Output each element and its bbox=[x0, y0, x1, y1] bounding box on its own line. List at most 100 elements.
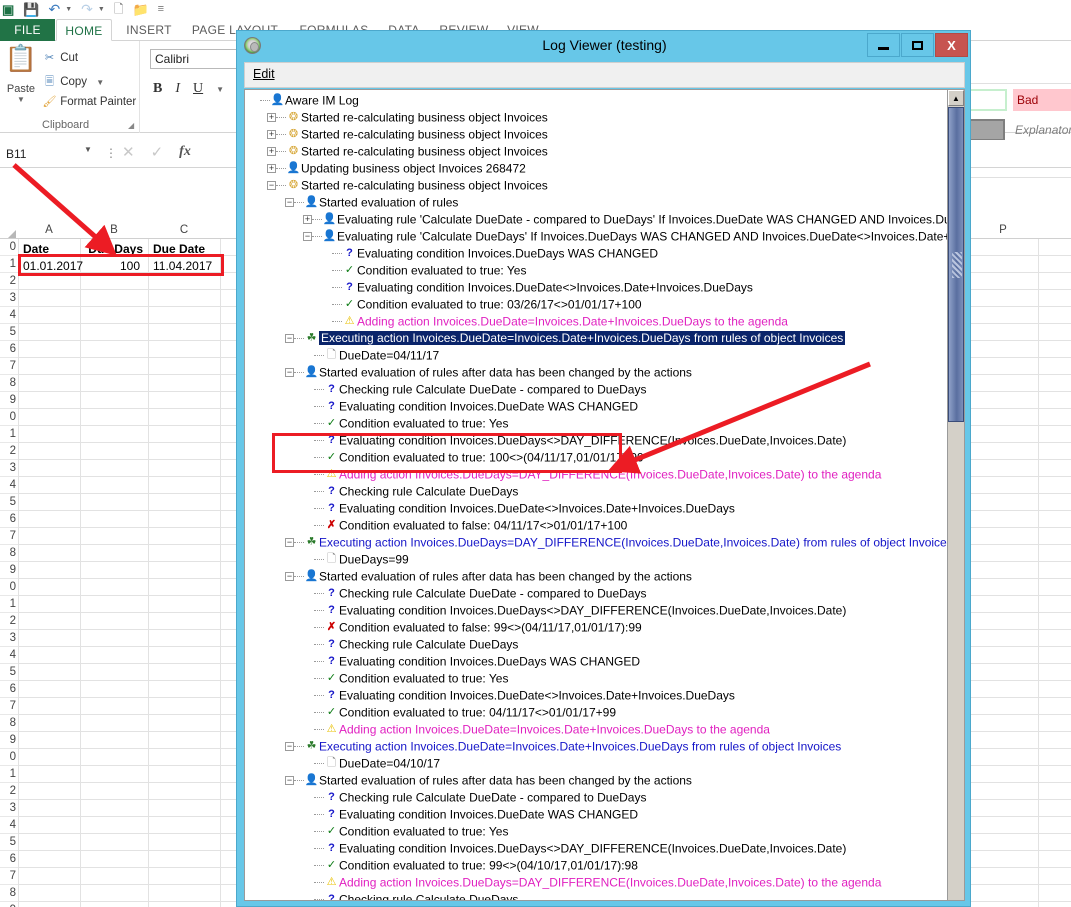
menu-item-edit[interactable]: Edit bbox=[253, 67, 275, 81]
row-header[interactable]: 2 bbox=[0, 273, 18, 290]
log-tree-row[interactable]: ✓ Condition evaluated to true: 03/26/17<>… bbox=[245, 296, 642, 313]
log-tree-row[interactable]: − 👤Started evaluation of rules after data… bbox=[245, 364, 692, 381]
log-tree-row[interactable]: ? Checking rule Calculate DueDate - compa… bbox=[245, 585, 646, 602]
tab-file[interactable]: FILE bbox=[0, 19, 55, 41]
log-tree-row[interactable]: ? Evaluating condition Invoices.DueDays<>… bbox=[245, 840, 846, 857]
tree-toggle-minus-icon[interactable]: − bbox=[285, 334, 294, 344]
row-header[interactable]: 0 bbox=[0, 579, 18, 596]
minimize-button[interactable] bbox=[867, 33, 900, 57]
row-header[interactable]: 9 bbox=[0, 562, 18, 579]
column-header-a[interactable]: A bbox=[18, 222, 80, 239]
log-tree-row[interactable]: ? Evaluating condition Invoices.DueDate<>… bbox=[245, 279, 753, 296]
cancel-formula-icon[interactable]: ✕ bbox=[122, 143, 135, 161]
row-header[interactable]: 4 bbox=[0, 307, 18, 324]
log-tree-row[interactable]: ? Evaluating condition Invoices.DueDays W… bbox=[245, 245, 658, 262]
tree-toggle-minus-icon[interactable]: − bbox=[285, 538, 294, 548]
log-tree-row[interactable]: + ❂ Started re-calculating business object… bbox=[245, 143, 548, 160]
select-all-corner[interactable] bbox=[0, 222, 18, 239]
row-header[interactable]: 3 bbox=[0, 630, 18, 647]
tree-toggle-plus-icon[interactable]: + bbox=[267, 130, 276, 140]
row-header[interactable]: 6 bbox=[0, 511, 18, 528]
cut-button[interactable]: ✂ Cut bbox=[42, 51, 78, 64]
row-header[interactable]: 9 bbox=[0, 902, 18, 907]
log-tree-row[interactable]: ✓ Condition evaluated to true: Yes bbox=[245, 415, 508, 432]
log-tree-row[interactable]: ✗ Condition evaluated to false: 04/11/17<… bbox=[245, 517, 627, 534]
log-tree-row[interactable]: − ❂ Started re-calculating business object… bbox=[245, 177, 548, 194]
scroll-up-button[interactable]: ▲ bbox=[948, 90, 964, 106]
log-viewer-title-bar[interactable]: Log Viewer (testing) X bbox=[237, 31, 970, 60]
tree-toggle-minus-icon[interactable]: − bbox=[285, 776, 294, 786]
new-file-icon[interactable]: 🗋 bbox=[114, 3, 124, 15]
tree-toggle-minus-icon[interactable]: − bbox=[285, 572, 294, 582]
log-tree-row[interactable]: ✓ Condition evaluated to true: 99<>(04/10… bbox=[245, 857, 638, 874]
log-tree-row[interactable]: ✓ Condition evaluated to true: Yes bbox=[245, 823, 508, 840]
log-tree-row[interactable]: + 👤Evaluating rule 'Calculate DueDate - c… bbox=[245, 211, 948, 228]
scrollbar-thumb[interactable] bbox=[948, 107, 964, 422]
tree-toggle-minus-icon[interactable]: − bbox=[267, 181, 276, 191]
maximize-button[interactable] bbox=[901, 33, 934, 57]
row-header[interactable]: 3 bbox=[0, 290, 18, 307]
row-header[interactable]: 7 bbox=[0, 528, 18, 545]
undo-caret-icon[interactable]: ▼ bbox=[65, 6, 72, 13]
name-box[interactable]: B11 bbox=[4, 144, 90, 164]
log-tree-row[interactable]: 🗋 DueDate=04/10/17 bbox=[245, 755, 440, 772]
row-header[interactable]: 8 bbox=[0, 715, 18, 732]
close-button[interactable]: X bbox=[935, 33, 968, 57]
undo-icon[interactable]: ↶ bbox=[48, 2, 60, 16]
italic-button[interactable]: I bbox=[175, 81, 180, 97]
row-header[interactable]: 0 bbox=[0, 749, 18, 766]
tree-toggle-minus-icon[interactable]: − bbox=[285, 368, 294, 378]
log-tree-row[interactable]: ? Checking rule Calculate DueDays bbox=[245, 483, 518, 500]
row-header[interactable]: 8 bbox=[0, 375, 18, 392]
insert-function-icon[interactable]: fx bbox=[179, 144, 191, 160]
style-row-bad[interactable]: Bad bbox=[961, 85, 1071, 115]
tab-home[interactable]: HOME bbox=[56, 19, 112, 41]
paste-caret-icon[interactable]: ▼ bbox=[4, 95, 38, 104]
row-header[interactable]: 3 bbox=[0, 460, 18, 477]
log-tree-row[interactable]: ✗ Condition evaluated to false: 99<>(04/1… bbox=[245, 619, 642, 636]
log-vertical-scrollbar[interactable]: ▲ bbox=[947, 90, 964, 900]
row-header[interactable]: 4 bbox=[0, 477, 18, 494]
redo-icon[interactable]: ↷ bbox=[81, 2, 93, 16]
log-tree-row[interactable]: − 👤Evaluating rule 'Calculate DueDays' If… bbox=[245, 228, 948, 245]
row-header[interactable]: 7 bbox=[0, 698, 18, 715]
tree-toggle-minus-icon[interactable]: − bbox=[303, 232, 312, 242]
log-tree-row[interactable]: ? Evaluating condition Invoices.DueDate W… bbox=[245, 398, 638, 415]
row-header[interactable]: 6 bbox=[0, 851, 18, 868]
copy-caret-icon[interactable]: ▼ bbox=[96, 78, 104, 87]
confirm-formula-icon[interactable]: ✓ bbox=[151, 143, 164, 161]
column-header-p[interactable]: P bbox=[968, 222, 1038, 239]
log-tree-row[interactable]: ⚠ Adding action Invoices.DueDate=Invoices… bbox=[245, 721, 770, 738]
log-tree-row[interactable]: ⚠ Adding action Invoices.DueDate=Invoices… bbox=[245, 313, 788, 330]
log-tree-row[interactable]: + 👤Updating business object Invoices 2684… bbox=[245, 160, 526, 177]
row-header[interactable]: 2 bbox=[0, 443, 18, 460]
style-label-bad[interactable]: Bad bbox=[1013, 89, 1071, 111]
row-header[interactable]: 9 bbox=[0, 392, 18, 409]
log-tree-row[interactable]: 👤Aware IM Log bbox=[245, 92, 359, 109]
row-header[interactable]: 7 bbox=[0, 358, 18, 375]
row-header[interactable]: 8 bbox=[0, 885, 18, 902]
row-header[interactable]: 0 bbox=[0, 409, 18, 426]
row-header[interactable]: 5 bbox=[0, 834, 18, 851]
row-header[interactable]: 2 bbox=[0, 783, 18, 800]
row-header[interactable]: 2 bbox=[0, 613, 18, 630]
log-tree-row[interactable]: − 👤Started evaluation of rules after data… bbox=[245, 568, 692, 585]
name-box-caret-icon[interactable]: ▼ bbox=[84, 145, 92, 154]
tree-toggle-minus-icon[interactable]: − bbox=[285, 198, 294, 208]
log-tree-row[interactable]: ⚠ Adding action Invoices.DueDays=DAY_DIFF… bbox=[245, 874, 881, 891]
log-tree-row[interactable]: 🗋 DueDays=99 bbox=[245, 551, 409, 568]
row-header[interactable]: 1 bbox=[0, 426, 18, 443]
log-tree-row[interactable]: ? Checking rule Calculate DueDays bbox=[245, 891, 518, 900]
format-painter-button[interactable]: 🖌 Format Painter bbox=[42, 95, 137, 108]
column-header-c[interactable]: C bbox=[148, 222, 220, 239]
log-tree-row[interactable]: − ☘ Executing action Invoices.DueDate=Invo… bbox=[245, 738, 841, 755]
clipboard-dialog-launcher-icon[interactable]: ◢ bbox=[128, 121, 134, 130]
row-header[interactable]: 8 bbox=[0, 545, 18, 562]
log-tree-row[interactable]: ? Checking rule Calculate DueDate - compa… bbox=[245, 381, 646, 398]
row-header[interactable]: 6 bbox=[0, 341, 18, 358]
log-tree-row[interactable]: ✓ Condition evaluated to true: Yes bbox=[245, 670, 508, 687]
tree-toggle-plus-icon[interactable]: + bbox=[267, 164, 276, 174]
tree-toggle-plus-icon[interactable]: + bbox=[303, 215, 312, 225]
underline-caret-icon[interactable]: ▼ bbox=[216, 85, 224, 94]
copy-button[interactable]: 🗏 Copy ▼ bbox=[42, 73, 104, 92]
